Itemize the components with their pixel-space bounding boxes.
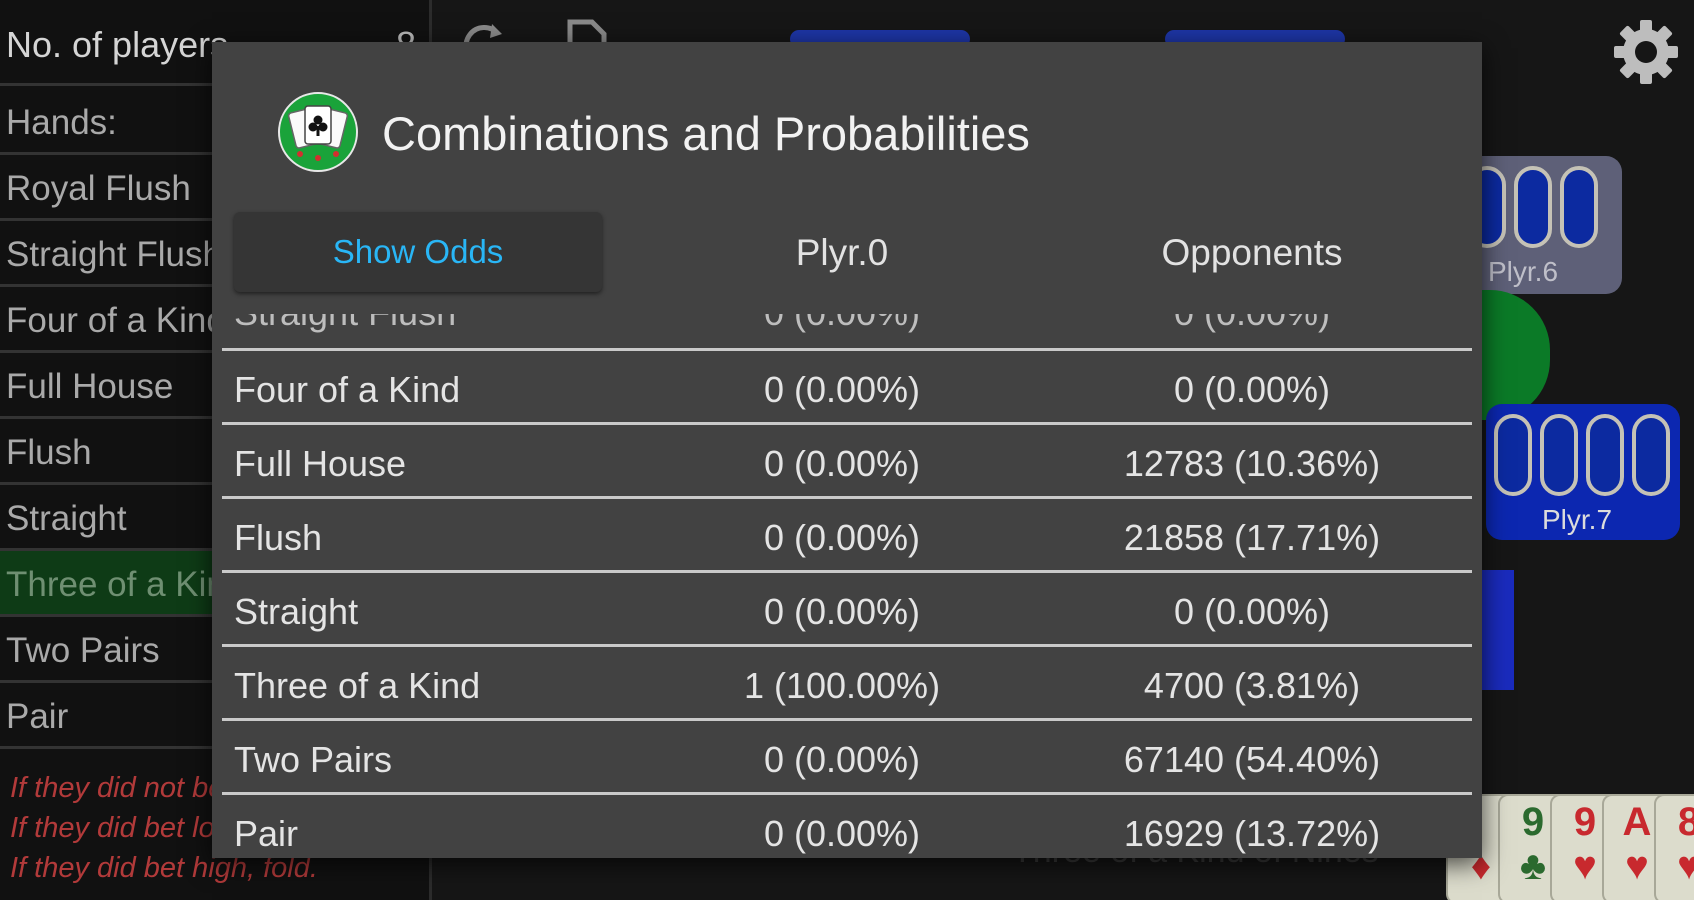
probability-table[interactable]: Straight Flush0 (0.00%)0 (0.00%)Four of … bbox=[222, 314, 1472, 858]
hand-list-label: Royal Flush bbox=[6, 169, 191, 208]
hand-list-label: Two Pairs bbox=[6, 631, 160, 670]
opponents-odds-cell: 4700 (3.81%) bbox=[1143, 665, 1361, 706]
opponents-odds-cell: 16929 (13.72%) bbox=[1123, 813, 1381, 854]
hand-name-cell: Straight bbox=[234, 591, 359, 632]
hand-name-cell: Two Pairs bbox=[234, 739, 393, 780]
card-slot bbox=[1540, 414, 1578, 496]
player-seat-edge bbox=[1480, 570, 1514, 690]
column-header-opponents: Opponents bbox=[1161, 232, 1343, 273]
opponents-odds-cell: 0 (0.00%) bbox=[1173, 369, 1331, 410]
opponents-odds-cell: 12783 (10.36%) bbox=[1123, 443, 1381, 484]
hand-name-cell: Flush bbox=[234, 517, 323, 558]
player-odds-cell: 0 (0.00%) bbox=[763, 517, 921, 558]
hand-name-cell: Full House bbox=[234, 443, 407, 484]
opponents-odds-cell: 21858 (17.71%) bbox=[1123, 517, 1381, 558]
hand-name-cell: Straight Flush bbox=[234, 314, 456, 334]
hand-list-label: Straight bbox=[6, 499, 127, 538]
card-slot bbox=[1632, 414, 1670, 496]
player-odds-cell: 0 (0.00%) bbox=[763, 369, 921, 410]
settings-gear-icon[interactable] bbox=[1612, 18, 1680, 86]
player-odds-cell: 1 (100.00%) bbox=[743, 665, 941, 706]
table-row: Two Pairs 0 (0.00%) 67140 (54.40%) bbox=[222, 718, 1472, 792]
hands-header-label: Hands: bbox=[6, 103, 117, 142]
player-seat-6[interactable]: Plyr.6 bbox=[1460, 156, 1622, 294]
table-row: Pair 0 (0.00%) 16929 (13.72%) bbox=[222, 792, 1472, 858]
player-label: Plyr.6 bbox=[1488, 256, 1559, 287]
player-seat-7[interactable]: Plyr.7 bbox=[1486, 404, 1680, 540]
hand-name-cell: Four of a Kind bbox=[234, 369, 461, 410]
hand-name-cell: Pair bbox=[234, 813, 299, 854]
table-row: Straight 0 (0.00%) 0 (0.00%) bbox=[222, 570, 1472, 644]
card-slot bbox=[1586, 414, 1624, 496]
table-row: Three of a Kind 1 (100.00%) 4700 (3.81%) bbox=[222, 644, 1472, 718]
table-row: Full House 0 (0.00%) 12783 (10.36%) bbox=[222, 422, 1472, 496]
player-odds-cell: 0 (0.00%) bbox=[642, 314, 1042, 334]
player-odds-cell: 0 (0.00%) bbox=[763, 443, 921, 484]
player-odds-cell: 0 (0.00%) bbox=[763, 813, 921, 854]
show-odds-button[interactable]: Show Odds bbox=[234, 212, 602, 292]
dialog-title: Combinations and Probabilities bbox=[382, 107, 1030, 160]
opponents-odds-cell: 0 (0.00%) bbox=[1042, 314, 1462, 334]
card-slot bbox=[1560, 166, 1598, 248]
table-row: Straight Flush 0 (0.00%)0 (0.00%) bbox=[222, 314, 1472, 348]
opponents-odds-cell: 0 (0.00%) bbox=[1173, 591, 1331, 632]
table-row: Flush 0 (0.00%) 21858 (17.71%) bbox=[222, 496, 1472, 570]
card-rank: 8 bbox=[1677, 800, 1694, 844]
column-header-player: Plyr.0 bbox=[795, 232, 889, 273]
combinations-dialog: Combinations and Probabilities Show Odds… bbox=[212, 42, 1482, 858]
card-suit-icon: ♥ bbox=[1677, 844, 1694, 888]
table-row: Four of a Kind 0 (0.00%) 0 (0.00%) bbox=[222, 348, 1472, 422]
app-screen: No. of players 8 Hands: Royal Flush Stra… bbox=[0, 0, 1694, 900]
opponents-odds-cell: 67140 (54.40%) bbox=[1123, 739, 1381, 780]
hand-list-label: Full House bbox=[6, 367, 174, 406]
player-odds-cell: 0 (0.00%) bbox=[763, 591, 921, 632]
hand-name-cell: Three of a Kind bbox=[234, 665, 481, 706]
playing-card: 8 ♥ bbox=[1654, 794, 1694, 900]
hand-list-label: Three of a Kind bbox=[6, 565, 246, 604]
card-slot bbox=[1494, 414, 1532, 496]
hand-list-label: Four of a Kind bbox=[6, 301, 226, 340]
players-label: No. of players bbox=[6, 24, 229, 65]
table-felt bbox=[1470, 290, 1550, 420]
hand-list-label: Straight Flush bbox=[6, 235, 222, 274]
hand-list-label: Flush bbox=[6, 433, 92, 472]
player-label: Plyr.7 bbox=[1542, 504, 1613, 535]
hand-list-label: Pair bbox=[6, 697, 69, 736]
card-slot bbox=[1514, 166, 1552, 248]
playing-cards-icon bbox=[278, 92, 358, 172]
player-odds-cell: 0 (0.00%) bbox=[763, 739, 921, 780]
